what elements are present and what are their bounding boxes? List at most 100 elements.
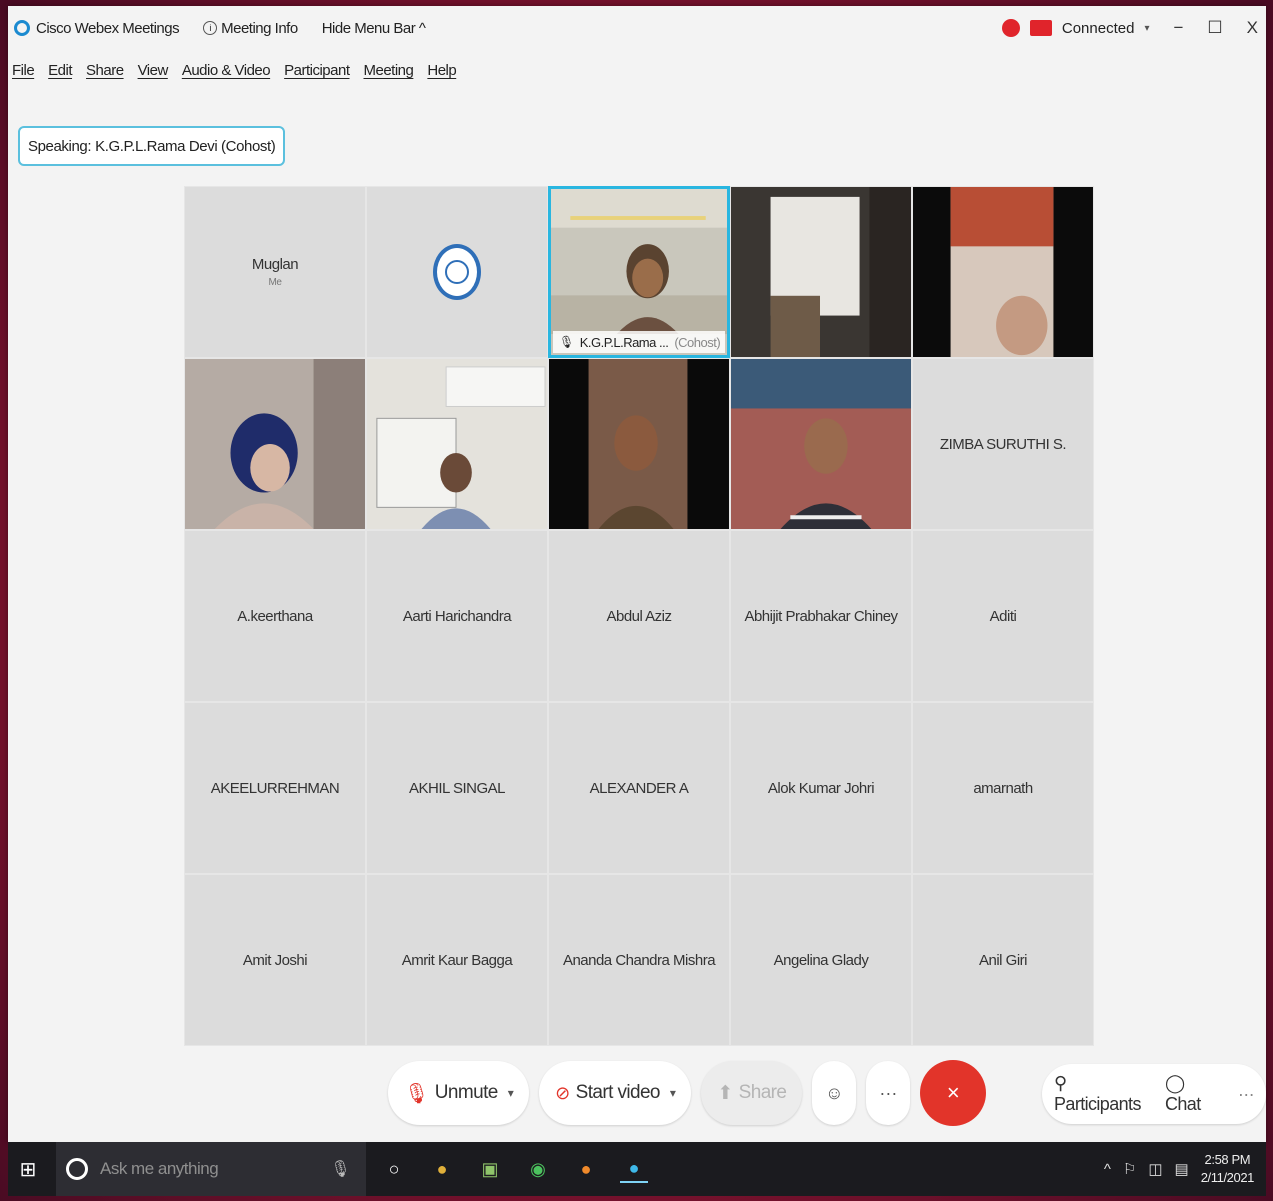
- microphone-icon[interactable]: 🎙: [330, 1159, 350, 1179]
- chrome-icon[interactable]: ●: [428, 1155, 456, 1183]
- participant-tile[interactable]: Amit Joshi: [184, 874, 366, 1046]
- clock[interactable]: 2:58 PM 2/11/2021: [1200, 1151, 1255, 1187]
- participant-tile-active-speaker[interactable]: 🎙 K.G.P.L.Rama ... (Cohost): [548, 186, 730, 358]
- participant-tile[interactable]: amarnath: [912, 702, 1094, 874]
- participant-role: (Cohost): [674, 334, 721, 350]
- volume-icon[interactable]: ◫: [1148, 1160, 1162, 1178]
- recording-icon[interactable]: [1001, 19, 1020, 37]
- participant-video: [549, 359, 729, 529]
- panel-overflow-button[interactable]: ···: [1238, 1084, 1255, 1105]
- participant-tile[interactable]: Amrit Kaur Bagga: [366, 874, 548, 1046]
- whatsapp-icon[interactable]: ◉: [524, 1155, 552, 1183]
- speaking-name: K.G.P.L.Rama Devi (Cohost): [95, 137, 276, 155]
- participant-name: Ananda Chandra Mishra: [562, 951, 716, 969]
- participant-tile[interactable]: Abdul Aziz: [548, 530, 730, 702]
- chevron-down-icon[interactable]: ▾: [508, 1086, 514, 1100]
- menu-participant[interactable]: Participant: [284, 62, 350, 90]
- minimize-button[interactable]: −: [1173, 18, 1183, 38]
- task-view-icon[interactable]: ○: [380, 1155, 408, 1183]
- windows-start-icon[interactable]: ⊞: [8, 1157, 48, 1182]
- participant-tile[interactable]: ZIMBA SURUTHI S.: [912, 358, 1094, 530]
- webex-taskbar-icon[interactable]: ●: [620, 1155, 648, 1183]
- search-placeholder: Ask me anything: [100, 1159, 219, 1178]
- meeting-controls: 🎙 Unmute ▾ ⊘ Start video ▾ ⬆ Share ☺ ···…: [388, 1060, 987, 1126]
- participant-name-tag: 🎙 K.G.P.L.Rama ... (Cohost): [553, 331, 725, 353]
- participant-tile[interactable]: Muglan Me: [184, 186, 366, 358]
- title-bar-right: Connected ▾ − ☐ X: [1001, 6, 1258, 50]
- participant-name: AKHIL SINGAL: [409, 779, 505, 797]
- chevron-up-icon[interactable]: ^: [1104, 1161, 1111, 1178]
- participant-tile[interactable]: Aditi: [912, 530, 1094, 702]
- reactions-button[interactable]: ☺: [812, 1061, 857, 1125]
- clock-date: 2/11/2021: [1200, 1170, 1255, 1185]
- maximize-button[interactable]: ☐: [1207, 18, 1222, 38]
- person-icon: ⚲: [1054, 1073, 1067, 1093]
- connection-status[interactable]: Connected: [1062, 20, 1135, 37]
- participant-name: Angelina Glady: [773, 951, 869, 969]
- participant-tile[interactable]: Anil Giri: [912, 874, 1094, 1046]
- chat-icon: ◯: [1164, 1073, 1185, 1093]
- participant-tile[interactable]: [912, 186, 1094, 358]
- participant-name: A.keerthana: [237, 607, 313, 625]
- chevron-down-icon[interactable]: ▾: [670, 1086, 676, 1100]
- participant-name: ALEXANDER A: [589, 779, 689, 797]
- participant-name: Abhijit Prabhakar Chiney: [744, 607, 898, 625]
- panel-controls: ⚲ Participants ◯ Chat ···: [1042, 1064, 1266, 1124]
- participant-tile[interactable]: Aarti Harichandra: [366, 530, 548, 702]
- app-title: Cisco Webex Meetings: [36, 19, 180, 37]
- hide-menu-bar-button[interactable]: Hide Menu Bar ^: [322, 20, 426, 37]
- webex-logo-icon: [14, 20, 30, 36]
- firefox-icon[interactable]: ●: [572, 1155, 600, 1183]
- participant-tile[interactable]: [366, 186, 548, 358]
- close-button[interactable]: X: [1247, 18, 1258, 38]
- menu-meeting[interactable]: Meeting: [364, 62, 414, 90]
- participant-name: AKEELURREHMAN: [210, 779, 340, 797]
- menu-file[interactable]: File: [12, 62, 35, 90]
- notification-icon[interactable]: ▤: [1175, 1160, 1189, 1178]
- share-button[interactable]: ⬆ Share: [701, 1061, 803, 1125]
- file-explorer-icon[interactable]: ▣: [476, 1155, 504, 1183]
- participant-video: [731, 187, 911, 357]
- participant-tile[interactable]: Abhijit Prabhakar Chiney: [730, 530, 912, 702]
- participant-name: Alok Kumar Johri: [767, 779, 875, 797]
- taskbar-search[interactable]: Ask me anything 🎙: [56, 1142, 366, 1196]
- participant-tile[interactable]: AKHIL SINGAL: [366, 702, 548, 874]
- chat-button[interactable]: ◯ Chat: [1165, 1073, 1220, 1115]
- participant-tile[interactable]: ALEXANDER A: [548, 702, 730, 874]
- start-video-label: Start video: [575, 1082, 661, 1103]
- cortana-icon: [66, 1158, 88, 1180]
- lock-icon[interactable]: [1029, 20, 1052, 36]
- network-icon[interactable]: ⚐: [1123, 1160, 1136, 1178]
- institution-logo-icon: [433, 244, 481, 300]
- more-options-button[interactable]: ···: [866, 1061, 911, 1125]
- participant-tile[interactable]: Angelina Glady: [730, 874, 912, 1046]
- participant-tile[interactable]: [366, 358, 548, 530]
- menu-help[interactable]: Help: [427, 62, 456, 90]
- start-video-button[interactable]: ⊘ Start video ▾: [539, 1061, 692, 1125]
- participant-tile[interactable]: AKEELURREHMAN: [184, 702, 366, 874]
- participant-tile[interactable]: [184, 358, 366, 530]
- participants-label: Participants: [1054, 1094, 1141, 1114]
- meeting-info-button[interactable]: i Meeting Info: [203, 20, 298, 37]
- participant-tile[interactable]: A.keerthana: [184, 530, 366, 702]
- chevron-down-icon[interactable]: ▾: [1144, 23, 1149, 34]
- participant-tile[interactable]: Ananda Chandra Mishra: [548, 874, 730, 1046]
- close-icon: ×: [946, 1080, 960, 1105]
- menu-share[interactable]: Share: [86, 62, 124, 90]
- participants-button[interactable]: ⚲ Participants: [1054, 1073, 1147, 1115]
- participant-tile[interactable]: Alok Kumar Johri: [730, 702, 912, 874]
- menu-bar: File Edit Share View Audio & Video Parti…: [8, 62, 457, 90]
- menu-audio-video[interactable]: Audio & Video: [182, 62, 271, 90]
- participant-tile[interactable]: [548, 358, 730, 530]
- participant-tile[interactable]: [730, 186, 912, 358]
- chat-label: Chat: [1164, 1094, 1201, 1114]
- menu-view[interactable]: View: [138, 62, 169, 90]
- participant-video: [731, 359, 911, 529]
- participant-video: [367, 359, 547, 529]
- end-meeting-button[interactable]: ×: [920, 1060, 987, 1126]
- menu-edit[interactable]: Edit: [48, 62, 72, 90]
- webex-window: Cisco Webex Meetings i Meeting Info Hide…: [8, 6, 1266, 1142]
- participant-video: [185, 359, 365, 529]
- participant-tile[interactable]: [730, 358, 912, 530]
- unmute-button[interactable]: 🎙 Unmute ▾: [388, 1061, 530, 1125]
